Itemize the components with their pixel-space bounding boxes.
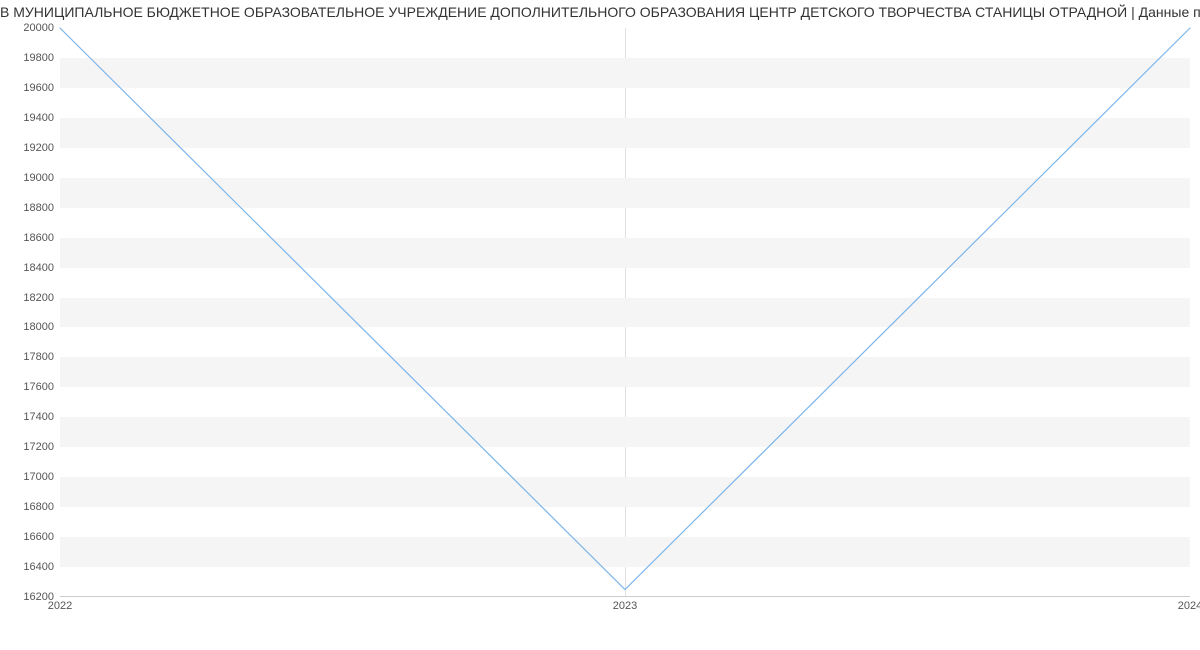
y-tick-label: 18200 (4, 292, 54, 304)
y-tick-label: 16800 (4, 501, 54, 513)
y-tick-label: 17000 (4, 471, 54, 483)
y-tick-label: 16400 (4, 561, 54, 573)
y-tick-label: 20000 (4, 22, 54, 34)
y-tick-label: 17200 (4, 441, 54, 453)
y-tick-label: 18400 (4, 262, 54, 274)
y-tick-label: 17600 (4, 381, 54, 393)
x-tick-label: 2023 (613, 600, 637, 612)
y-tick-label: 16200 (4, 591, 54, 603)
plot-area (60, 28, 1190, 597)
y-tick-label: 18000 (4, 321, 54, 333)
data-line (60, 28, 1190, 590)
y-tick-label: 18600 (4, 232, 54, 244)
y-tick-label: 19200 (4, 142, 54, 154)
y-tick-label: 19800 (4, 52, 54, 64)
y-tick-label: 17800 (4, 351, 54, 363)
y-tick-label: 16600 (4, 531, 54, 543)
chart-title: В МУНИЦИПАЛЬНОЕ БЮДЖЕТНОЕ ОБРАЗОВАТЕЛЬНО… (0, 4, 1200, 20)
y-tick-label: 18800 (4, 202, 54, 214)
y-tick-label: 17400 (4, 411, 54, 423)
chart-container: В МУНИЦИПАЛЬНОЕ БЮДЖЕТНОЕ ОБРАЗОВАТЕЛЬНО… (0, 0, 1200, 650)
y-tick-label: 19600 (4, 82, 54, 94)
x-tick-label: 2024 (1178, 600, 1200, 612)
line-svg (60, 28, 1190, 596)
y-tick-label: 19400 (4, 112, 54, 124)
x-tick-label: 2022 (48, 600, 72, 612)
y-tick-label: 19000 (4, 172, 54, 184)
